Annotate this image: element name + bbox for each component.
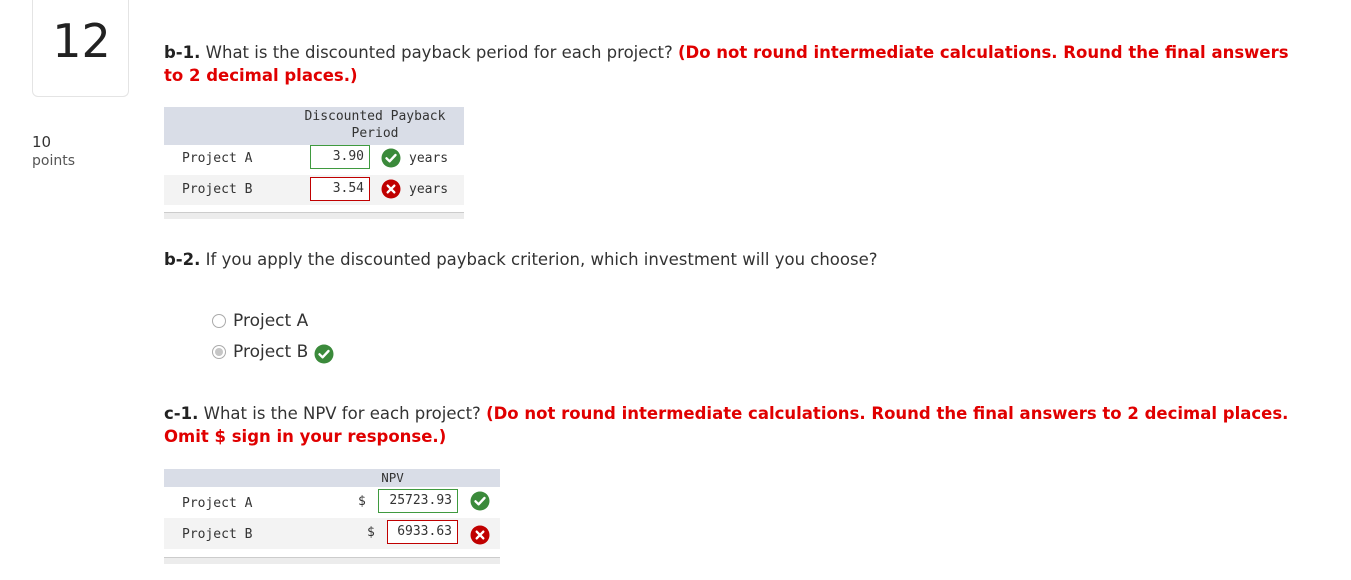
question-number: 12 <box>52 14 111 68</box>
payback-b-input[interactable]: 3.54 <box>310 177 370 201</box>
payback-a-unit: years <box>409 151 449 166</box>
points-label: points <box>32 153 75 169</box>
npv-table-header <box>164 469 500 487</box>
question-b2: b-2. If you apply the discounted payback… <box>164 248 1304 271</box>
check-circle-icon <box>314 344 334 364</box>
payback-table-footer <box>164 212 464 219</box>
radio-project-a-label[interactable]: Project A <box>233 311 308 331</box>
question-b2-text: If you apply the discounted payback crit… <box>205 250 878 269</box>
x-circle-icon <box>470 525 490 545</box>
question-c1: c-1. What is the NPV for each project? (… <box>164 402 1304 448</box>
npv-table-footer <box>164 557 500 564</box>
question-b2-label: b-2. <box>164 250 201 269</box>
question-number-box: 12 <box>32 0 129 97</box>
payback-a-input[interactable]: 3.90 <box>310 145 370 169</box>
payback-b-unit: years <box>409 182 449 197</box>
payback-row-b-label: Project B <box>182 182 253 197</box>
check-circle-icon <box>470 491 490 511</box>
radio-project-a[interactable] <box>212 314 226 328</box>
check-circle-icon <box>381 148 401 168</box>
points-value: 10 <box>32 133 52 151</box>
radio-project-b[interactable] <box>212 345 226 359</box>
npv-a-input[interactable]: 25723.93 <box>378 489 458 513</box>
question-b1-text: What is the discounted payback period fo… <box>205 43 673 62</box>
question-c1-text: What is the NPV for each project? <box>203 404 481 423</box>
npv-row-b-label: Project B <box>182 527 253 542</box>
x-circle-icon <box>381 179 401 199</box>
payback-header-text: Discounted Payback Period <box>304 109 446 141</box>
npv-a-currency: $ <box>358 494 366 509</box>
question-b1: b-1. What is the discounted payback peri… <box>164 41 1304 87</box>
npv-b-currency: $ <box>367 525 375 540</box>
question-b1-label: b-1. <box>164 43 201 62</box>
npv-header-text: NPV <box>381 470 404 485</box>
npv-row-a-label: Project A <box>182 496 253 511</box>
question-c1-label: c-1. <box>164 404 199 423</box>
payback-row-a-label: Project A <box>182 151 253 166</box>
radio-project-b-label[interactable]: Project B <box>233 342 308 362</box>
npv-b-input[interactable]: 6933.63 <box>387 520 458 544</box>
